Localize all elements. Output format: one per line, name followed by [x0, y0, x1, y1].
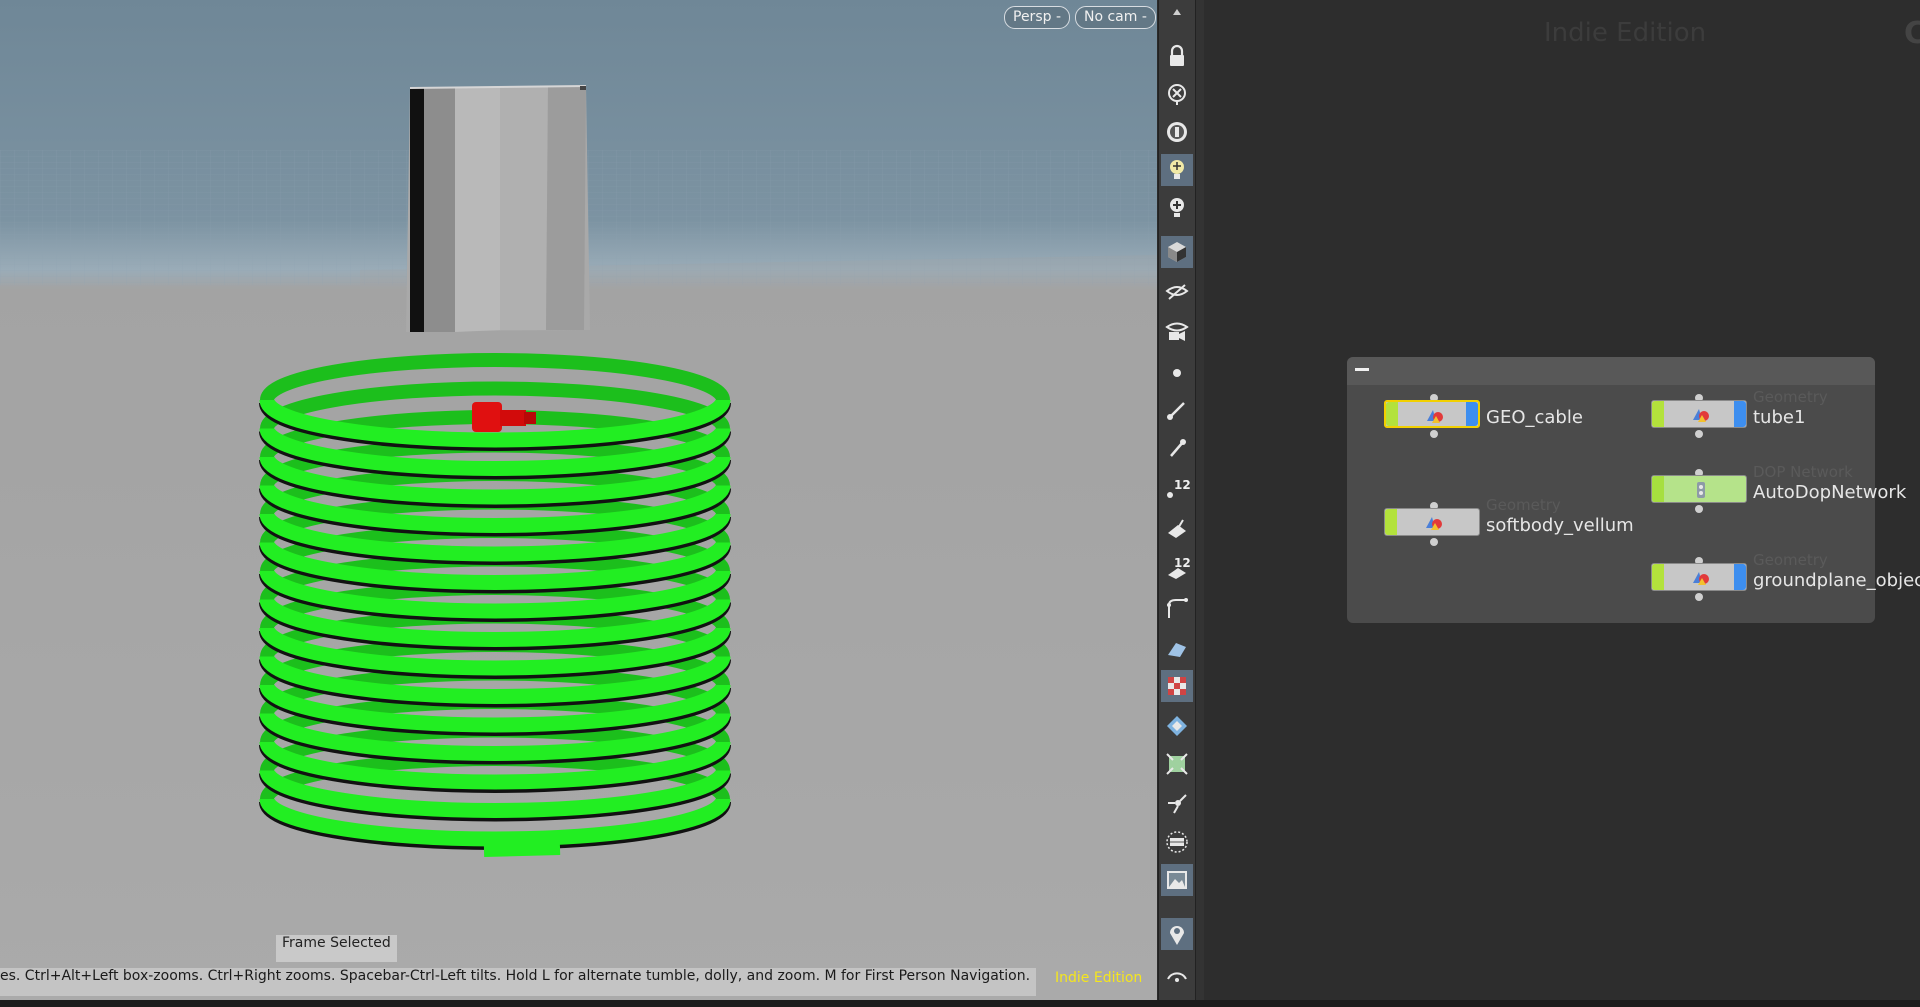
node-type: DOP Network — [1753, 463, 1853, 481]
node-body[interactable] — [1651, 475, 1747, 503]
navigation-hint-bar: es. Ctrl+Alt+Left box-zooms. Ctrl+Right … — [0, 968, 1037, 996]
location-pin-icon[interactable] — [1161, 918, 1193, 950]
network-corner-glyph: C — [1904, 16, 1920, 51]
network-watermark: Indie Edition — [1544, 18, 1707, 48]
geometry-icon — [1693, 572, 1709, 585]
arrow-up-icon[interactable] — [1161, 6, 1193, 22]
node-type: Geometry — [1753, 388, 1828, 406]
output-connector[interactable] — [1430, 430, 1438, 438]
eye-hide-icon[interactable] — [1161, 276, 1193, 308]
output-connector[interactable] — [1695, 430, 1703, 438]
eye-camera-icon[interactable] — [1161, 314, 1193, 346]
network-editor[interactable]: Indie Edition C GEO_cable Geometry tube1… — [1204, 0, 1920, 1000]
geometry-icon — [1693, 409, 1709, 422]
display-options-toolbar: 12 12 — [1158, 0, 1196, 1000]
plane-icon[interactable] — [1161, 632, 1193, 664]
diamond-icon[interactable] — [1161, 710, 1193, 742]
geometry-icon — [1426, 517, 1442, 530]
curve-icon[interactable] — [1161, 592, 1193, 624]
number-prims-label: 12 — [1174, 556, 1190, 570]
frame-selected-tooltip: Frame Selected — [276, 935, 397, 962]
node-name: AutoDopNetwork — [1753, 482, 1907, 503]
scene-canvas[interactable] — [0, 0, 1157, 1000]
handle-icon[interactable] — [1161, 786, 1193, 818]
snap-icon[interactable] — [1161, 748, 1193, 780]
node-name: tube1 — [1753, 407, 1806, 428]
cube-shading-icon[interactable] — [1161, 236, 1193, 268]
ghost-icon[interactable] — [1161, 116, 1193, 148]
pane-splitter[interactable] — [1196, 0, 1204, 1000]
bottom-status-strip — [0, 1000, 1920, 1007]
number-prims-icon[interactable]: 12 — [1161, 552, 1193, 584]
background-icon[interactable] — [1161, 864, 1193, 896]
node-name: softbody_vellum — [1486, 515, 1634, 536]
lightbulb-icon[interactable] — [1161, 154, 1193, 186]
camera-menu-button[interactable]: No cam - — [1075, 6, 1156, 29]
node-name: GEO_cable — [1486, 407, 1583, 428]
number-points-label: 12 — [1174, 478, 1190, 492]
pin-icon[interactable] — [1161, 432, 1193, 464]
normal-icon[interactable] — [1161, 512, 1193, 544]
node-body[interactable] — [1384, 400, 1480, 428]
perspective-menu-button[interactable]: Persp - — [1004, 6, 1070, 29]
tube-geometry — [406, 85, 590, 332]
network-box-header[interactable] — [1347, 357, 1875, 385]
node-body[interactable] — [1651, 563, 1747, 591]
checker-icon[interactable] — [1161, 670, 1193, 702]
edition-label: Indie Edition — [1055, 970, 1143, 986]
output-connector[interactable] — [1695, 505, 1703, 513]
lock-icon[interactable] — [1161, 40, 1193, 72]
network-box[interactable]: GEO_cable Geometry tube1 DOP Network Aut… — [1347, 357, 1920, 623]
number-points-icon[interactable]: 12 — [1161, 472, 1193, 504]
add-light-icon[interactable] — [1161, 192, 1193, 224]
box-icon[interactable] — [1161, 826, 1193, 858]
node-name: groundplane_object — [1753, 570, 1920, 591]
dop-network-icon — [1697, 482, 1705, 498]
output-connector[interactable] — [1430, 538, 1438, 546]
node-body[interactable] — [1384, 508, 1480, 536]
node-body[interactable] — [1651, 400, 1747, 428]
point-icon[interactable] — [1161, 356, 1193, 388]
arc-icon[interactable] — [1161, 960, 1193, 992]
edge-icon[interactable] — [1161, 394, 1193, 426]
close-circle-icon[interactable] — [1161, 78, 1193, 110]
geometry-icon — [1427, 410, 1443, 423]
coil-tail — [483, 841, 561, 857]
collapse-icon[interactable] — [1355, 368, 1369, 371]
scene-viewport[interactable]: Persp - No cam - Frame Selected es. Ctrl… — [0, 0, 1157, 1000]
output-connector[interactable] — [1695, 593, 1703, 601]
node-type: Geometry — [1753, 551, 1828, 569]
node-type: Geometry — [1486, 496, 1561, 514]
